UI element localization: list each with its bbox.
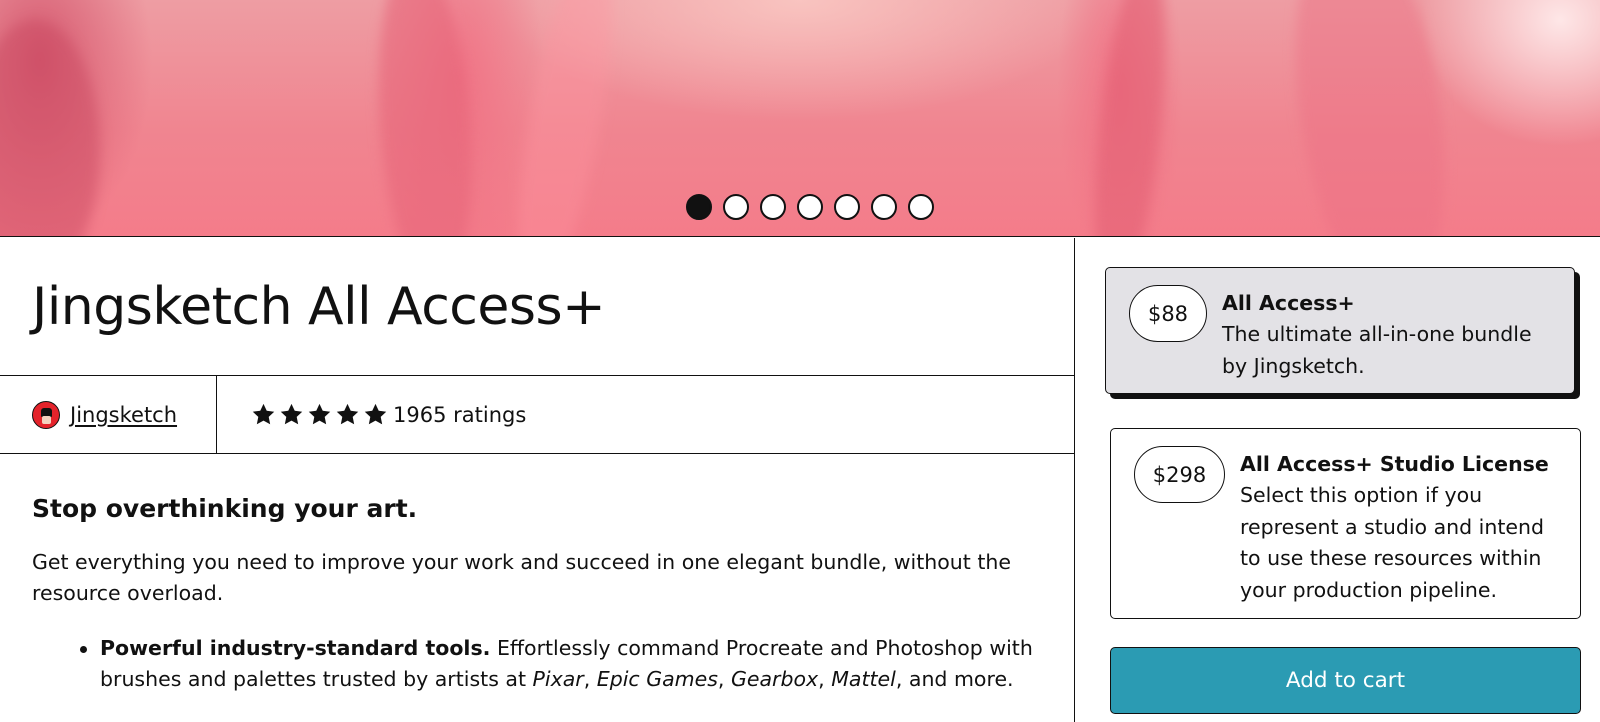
star-icon [280,403,303,425]
carousel-dot-7[interactable] [908,194,934,220]
title-row: Jingsketch All Access+ [0,238,1074,376]
creator-link[interactable]: Jingsketch [70,403,177,427]
option-title: All Access+ [1222,291,1355,315]
option-price: $88 [1129,285,1207,342]
carousel-dot-1[interactable] [686,194,712,220]
separator: , [717,667,731,691]
star-icon [252,403,275,425]
carousel-dot-5[interactable] [834,194,860,220]
rating-summary[interactable]: 1965 ratings [217,376,526,453]
description-heading: Stop overthinking your art. [32,494,418,523]
brand-name: Mattel [831,667,896,691]
separator: , [818,667,832,691]
option-description: Select this option if you represent a st… [1240,483,1545,602]
feature-item: Powerful industry-standard tools. Effort… [80,633,1042,695]
star-icon [308,403,331,425]
product-description: Stop overthinking your art. Get everythi… [0,454,1074,695]
star-icon [336,403,359,425]
add-to-cart-button[interactable]: Add to cart [1110,647,1581,714]
product-details: Jingsketch All Access+ Jingsketch 1965 r… [0,238,1075,722]
brand-name: Epic Games [596,667,718,691]
option-info: All Access+ Studio License Select this o… [1240,429,1555,618]
brand-name: Pixar [532,667,584,691]
carousel-dot-6[interactable] [871,194,897,220]
feature-text: , and more. [895,667,1014,691]
option-title: All Access+ Studio License [1240,452,1549,476]
carousel-pagination [0,194,1600,220]
hero-carousel-image [0,0,1600,237]
separator: , [583,667,597,691]
product-title: Jingsketch All Access+ [32,276,606,337]
option-price: $298 [1134,446,1225,503]
feature-title: Powerful industry-standard tools. [100,636,491,660]
carousel-dot-3[interactable] [760,194,786,220]
option-studio-license[interactable]: $298 All Access+ Studio License Select t… [1110,428,1581,619]
product-meta: Jingsketch 1965 ratings [0,376,1074,454]
star-icon [364,403,387,425]
rating-stars [251,402,388,427]
description-intro: Get everything you need to improve your … [32,550,1011,605]
ratings-count: 1965 ratings [393,402,527,427]
option-all-access[interactable]: $88 All Access+ The ultimate all-in-one … [1105,267,1575,394]
carousel-dot-4[interactable] [797,194,823,220]
brand-name: Gearbox [730,667,819,691]
purchase-panel: $88 All Access+ The ultimate all-in-one … [1076,238,1600,722]
creator: Jingsketch [0,376,217,453]
carousel-dot-2[interactable] [723,194,749,220]
option-description: The ultimate all-in-one bundle by Jingsk… [1222,322,1532,378]
creator-avatar[interactable] [32,400,60,429]
option-info: All Access+ The ultimate all-in-one bund… [1222,268,1552,393]
feature-list: Powerful industry-standard tools. Effort… [32,633,1042,695]
